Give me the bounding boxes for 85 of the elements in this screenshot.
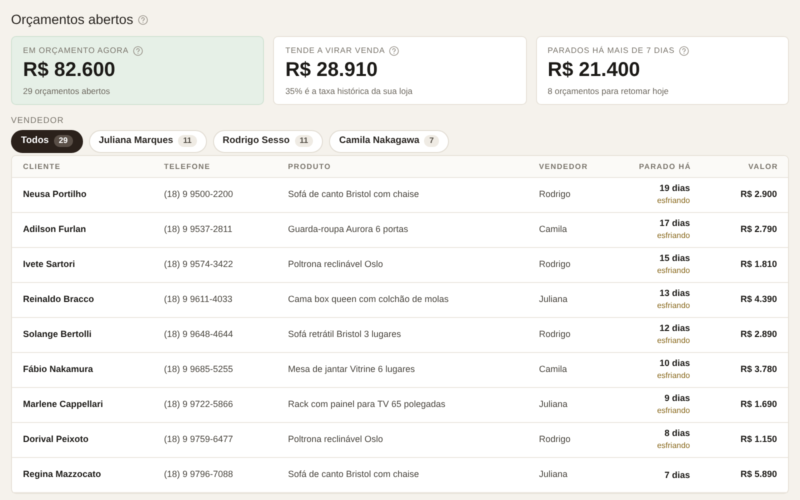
product-name: Cama box queen com colchão de molas — [288, 293, 450, 306]
product-name: Sofá de canto Bristol com chaise — [288, 188, 420, 201]
filter-label: VENDEDOR — [11, 114, 65, 127]
seller-name: Rodrigo — [539, 188, 572, 201]
phone-number: (18) 9 9537-2811 — [164, 223, 234, 236]
product-name: Poltrona reclinável Oslo — [288, 433, 384, 446]
client-name: Marlene Cappellari — [23, 398, 104, 411]
seller-name: Camila — [539, 363, 568, 376]
help-icon[interactable] — [678, 46, 689, 56]
seller-tab[interactable]: Todos 29 — [11, 130, 83, 153]
seller-tab[interactable]: Rodrigo Sesso 11 — [212, 130, 324, 153]
status-text: esfriando — [657, 195, 690, 208]
quote-value: R$ 5.890 — [739, 468, 777, 481]
count-badge: 11 — [294, 135, 314, 148]
help-icon[interactable] — [138, 15, 148, 25]
status-text: esfriando — [657, 370, 690, 382]
client-name: Solange Bertolli — [23, 328, 93, 341]
seller-name: Juliana — [539, 293, 569, 306]
card-value: R$ 82.600 — [23, 58, 116, 82]
quote-value: R$ 2.790 — [739, 223, 777, 236]
product-name: Mesa de jantar Vitrine 6 lugares — [288, 363, 416, 376]
status-text: esfriando — [657, 335, 690, 348]
seller-name: Rodrigo — [539, 328, 572, 341]
product-name: Rack com painel para TV 65 polegadas — [288, 398, 446, 411]
client-name: Regina Mazzocato — [23, 468, 102, 481]
seller-name: Juliana — [539, 398, 569, 411]
phone-number: (18) 9 9611-4033 — [164, 293, 234, 306]
idle-days: 12 dias — [659, 322, 690, 334]
phone-number: (18) 9 9648-4644 — [164, 328, 234, 341]
quote-value: R$ 4.390 — [739, 293, 777, 306]
phone-number: (18) 9 9759-6477 — [164, 433, 234, 446]
quote-value: R$ 1.810 — [739, 258, 777, 271]
client-name: Neusa Portilho — [23, 188, 88, 201]
idle-days: 17 dias — [659, 217, 690, 230]
seller-name: Rodrigo — [539, 258, 572, 271]
seller-tab[interactable]: Juliana Marques 11 — [88, 130, 207, 153]
idle-days: 7 dias — [664, 468, 690, 481]
idle-days: 19 dias — [659, 182, 690, 194]
seller-tab[interactable]: Camila Nakagawa 7 — [329, 130, 449, 153]
card-note: 29 orçamentos abertos — [23, 85, 111, 98]
quote-value: R$ 1.150 — [739, 433, 777, 446]
page-title: Orçamentos abertos — [11, 10, 134, 29]
count-badge: 29 — [54, 135, 73, 148]
idle-days: 9 dias — [664, 392, 690, 404]
card-value: R$ 21.400 — [548, 58, 641, 82]
help-icon[interactable] — [389, 46, 400, 56]
status-text: esfriando — [657, 230, 690, 242]
idle-days: 10 dias — [659, 357, 690, 370]
count-badge: 11 — [178, 135, 197, 148]
phone-number: (18) 9 9685-5255 — [164, 363, 234, 376]
idle-days: 13 dias — [659, 287, 690, 300]
card-value: R$ 28.910 — [285, 58, 379, 82]
product-name: Guarda-roupa Aurora 6 portas — [288, 223, 410, 236]
card-note: 8 orçamentos para retomar hoje — [548, 85, 670, 98]
product-name: Sofá de canto Bristol com chaise — [288, 468, 420, 481]
count-badge: 7 — [424, 135, 439, 148]
status-text: esfriando — [657, 300, 690, 312]
product-name: Poltrona reclinável Oslo — [288, 258, 384, 271]
phone-number: (18) 9 9500-2200 — [164, 188, 234, 201]
quote-value: R$ 3.780 — [739, 363, 777, 376]
status-text: esfriando — [657, 440, 690, 452]
client-name: Adilson Furlan — [23, 223, 87, 236]
phone-number: (18) 9 9722-5866 — [164, 398, 234, 411]
status-text: esfriando — [657, 405, 690, 418]
seller-name: Rodrigo — [539, 433, 572, 446]
seller-name: Camila — [539, 223, 568, 236]
card-note: 35% é a taxa histórica da sua loja — [285, 85, 414, 98]
status-text: esfriando — [657, 265, 690, 278]
product-name: Sofá retrátil Bristol 3 lugares — [288, 328, 402, 341]
quote-value: R$ 2.900 — [739, 188, 777, 201]
quote-value: R$ 1.690 — [739, 398, 777, 411]
phone-number: (18) 9 9574-3422 — [164, 258, 234, 271]
idle-days: 15 dias — [659, 252, 690, 264]
seller-name: Juliana — [539, 468, 569, 481]
client-name: Reinaldo Bracco — [23, 293, 96, 306]
phone-number: (18) 9 9796-7088 — [164, 468, 234, 481]
idle-days: 8 dias — [664, 427, 690, 440]
client-name: Ivete Sartori — [23, 258, 76, 271]
quote-value: R$ 2.890 — [739, 328, 777, 341]
client-name: Fábio Nakamura — [23, 363, 94, 376]
help-icon[interactable] — [132, 46, 143, 56]
card-label: TENDE A VIRAR VENDA — [285, 45, 386, 57]
card-label: EM ORÇAMENTO AGORA — [23, 45, 129, 57]
client-name: Dorival Peixoto — [23, 433, 90, 446]
card-label: PARADOS HÁ MAIS DE 7 DIAS — [548, 45, 675, 57]
